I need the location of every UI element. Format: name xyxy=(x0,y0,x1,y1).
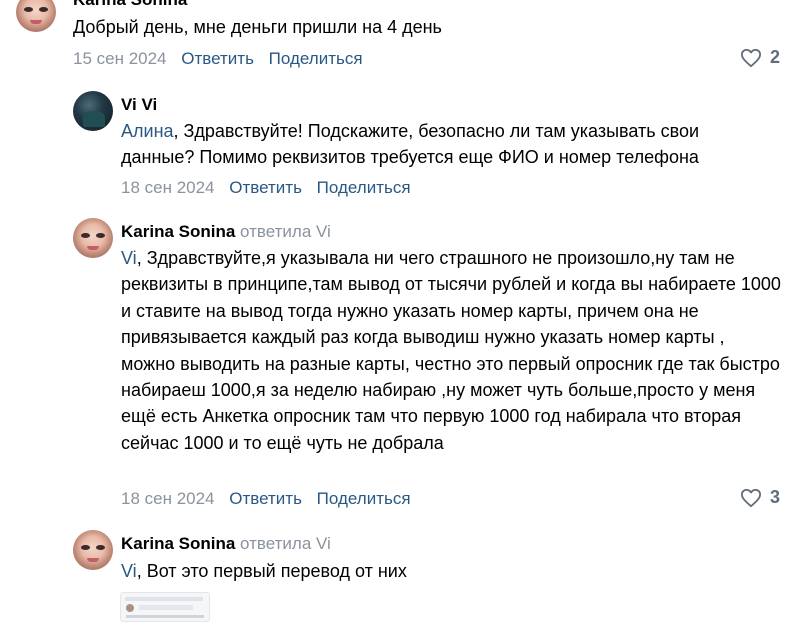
author-name[interactable]: Karina Sonina xyxy=(121,534,235,553)
share-button[interactable]: Поделиться xyxy=(269,49,363,68)
comment-author: Karina Sonina ответила Vi xyxy=(121,534,331,554)
thumbnail-avatar xyxy=(126,604,134,612)
thumbnail-content-line xyxy=(126,615,204,618)
comment-body: , Здравствуйте! Подскажите, безопасно ли… xyxy=(121,121,700,168)
share-button[interactable]: Поделиться xyxy=(317,178,411,197)
image-attachment-thumbnail[interactable] xyxy=(120,592,210,622)
comment-text: Vi, Здравствуйте,я указывала ни чего стр… xyxy=(121,245,781,456)
heart-outline-icon xyxy=(740,488,762,508)
comment-author[interactable]: Vi Vi xyxy=(121,95,157,115)
mention-link[interactable]: Алина xyxy=(121,121,174,141)
comment-author[interactable]: Karina Sonina xyxy=(73,0,187,10)
avatar-karina-sonina[interactable] xyxy=(73,218,113,258)
comment-meta: 15 сен 2024 Ответить Поделиться xyxy=(73,49,363,69)
comment-text: Vi, Вот это первый перевод от них xyxy=(121,558,781,584)
author-name[interactable]: Karina Sonina xyxy=(121,222,235,241)
share-button[interactable]: Поделиться xyxy=(317,489,411,508)
replied-to[interactable]: ответила Vi xyxy=(240,534,331,553)
like-button[interactable]: 2 xyxy=(740,47,780,68)
comment-date[interactable]: 18 сен 2024 xyxy=(121,489,215,508)
thumbnail-content-line xyxy=(139,605,193,610)
comment-meta: 18 сен 2024 Ответить Поделиться xyxy=(121,178,411,198)
reply-button[interactable]: Ответить xyxy=(229,489,302,508)
comment-date[interactable]: 18 сен 2024 xyxy=(121,178,215,197)
reply-button[interactable]: Ответить xyxy=(229,178,302,197)
mention-link[interactable]: Vi xyxy=(121,248,137,268)
comment-meta: 18 сен 2024 Ответить Поделиться xyxy=(121,489,411,509)
comment-body: , Здравствуйте,я указывала ни чего страш… xyxy=(121,248,781,453)
heart-outline-icon xyxy=(740,48,762,68)
like-count: 2 xyxy=(769,47,780,67)
avatar-vi-vi[interactable] xyxy=(73,91,113,131)
avatar-karina-sonina[interactable] xyxy=(16,0,56,32)
comment-text: Алина, Здравствуйте! Подскажите, безопас… xyxy=(121,118,771,171)
comment-date[interactable]: 15 сен 2024 xyxy=(73,49,167,68)
like-button[interactable]: 3 xyxy=(740,487,780,508)
comment-body: , Вот это первый перевод от них xyxy=(136,561,407,581)
mention-link[interactable]: Vi xyxy=(121,561,137,581)
like-count: 3 xyxy=(769,487,780,507)
comment-author: Karina Sonina ответила Vi xyxy=(121,222,331,242)
comment-text: Добрый день, мне деньги пришли на 4 день xyxy=(73,17,442,37)
thumbnail-status-bar xyxy=(125,597,203,601)
replied-to[interactable]: ответила Vi xyxy=(240,222,331,241)
avatar-karina-sonina[interactable] xyxy=(73,530,113,570)
reply-button[interactable]: Ответить xyxy=(181,49,254,68)
